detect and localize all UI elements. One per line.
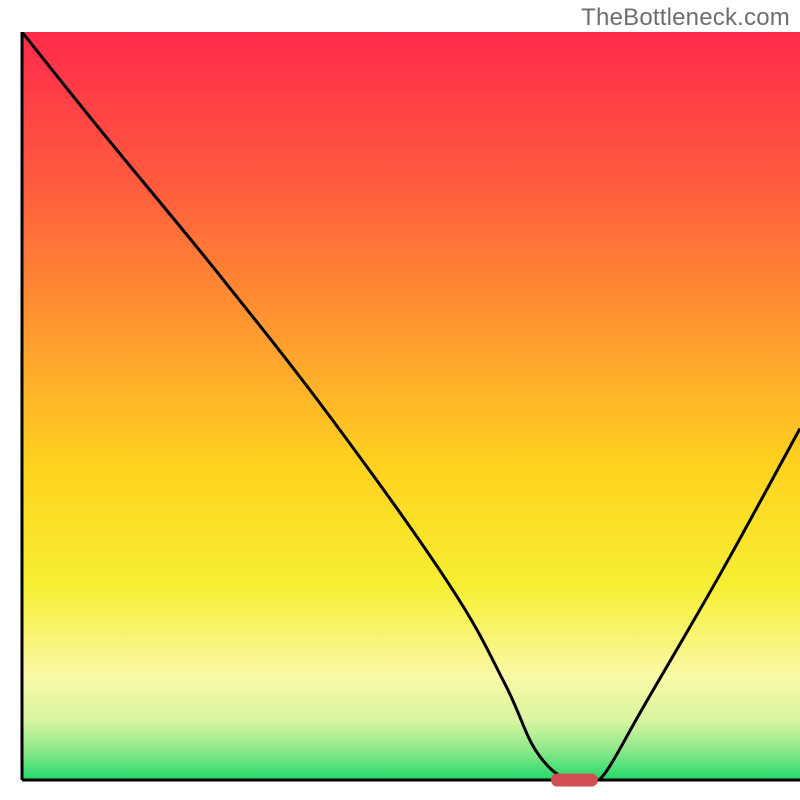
watermark-text: TheBottleneck.com [581, 4, 790, 32]
bottleneck-chart [0, 0, 800, 800]
gradient-background [22, 32, 800, 780]
optimum-marker [551, 774, 598, 787]
chart-container: TheBottleneck.com [0, 0, 800, 800]
